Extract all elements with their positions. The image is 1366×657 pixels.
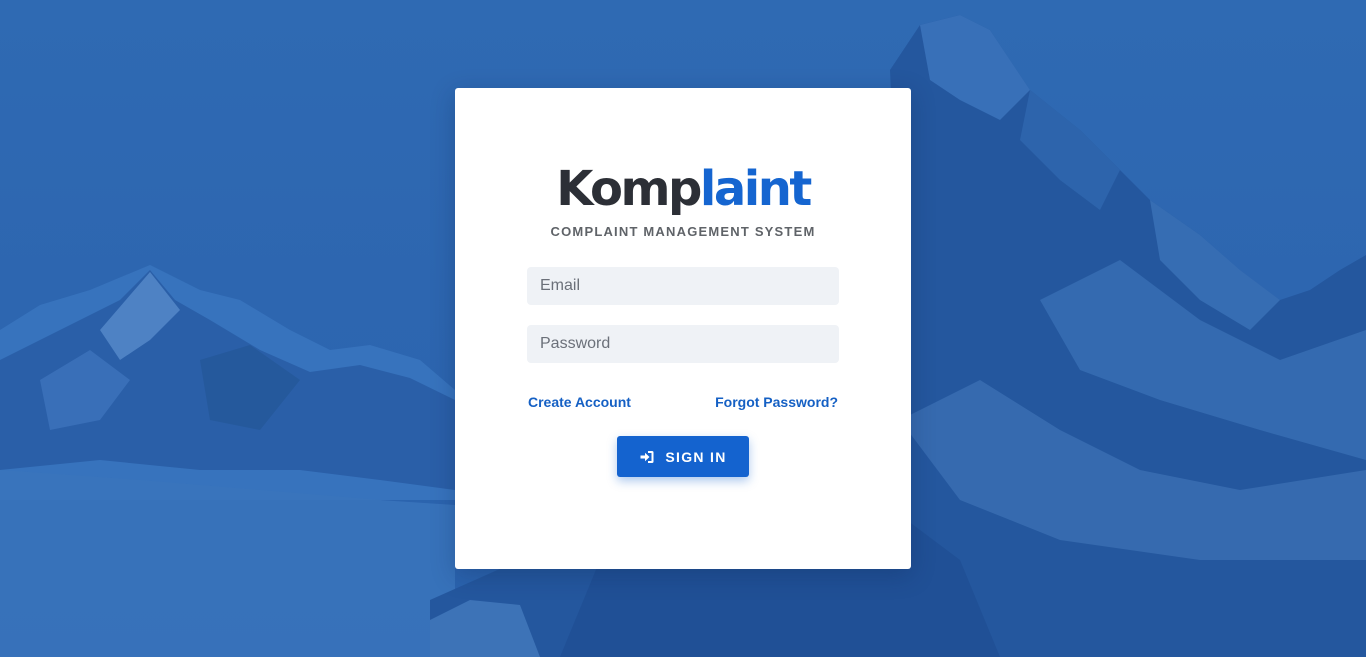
logo-text-dark: Komp xyxy=(556,161,702,217)
sign-in-button[interactable]: SIGN IN xyxy=(617,436,749,477)
email-field[interactable] xyxy=(527,267,839,305)
forgot-password-link[interactable]: Forgot Password? xyxy=(715,394,838,410)
password-field[interactable] xyxy=(527,325,839,363)
app-logo: Komplaint xyxy=(0,160,1366,218)
sign-in-icon xyxy=(639,449,655,465)
sign-in-label: SIGN IN xyxy=(665,448,727,465)
app-subtitle: COMPLAINT MANAGEMENT SYSTEM xyxy=(550,224,816,239)
create-account-link[interactable]: Create Account xyxy=(528,394,631,410)
logo-text-blue: laint xyxy=(699,161,812,217)
